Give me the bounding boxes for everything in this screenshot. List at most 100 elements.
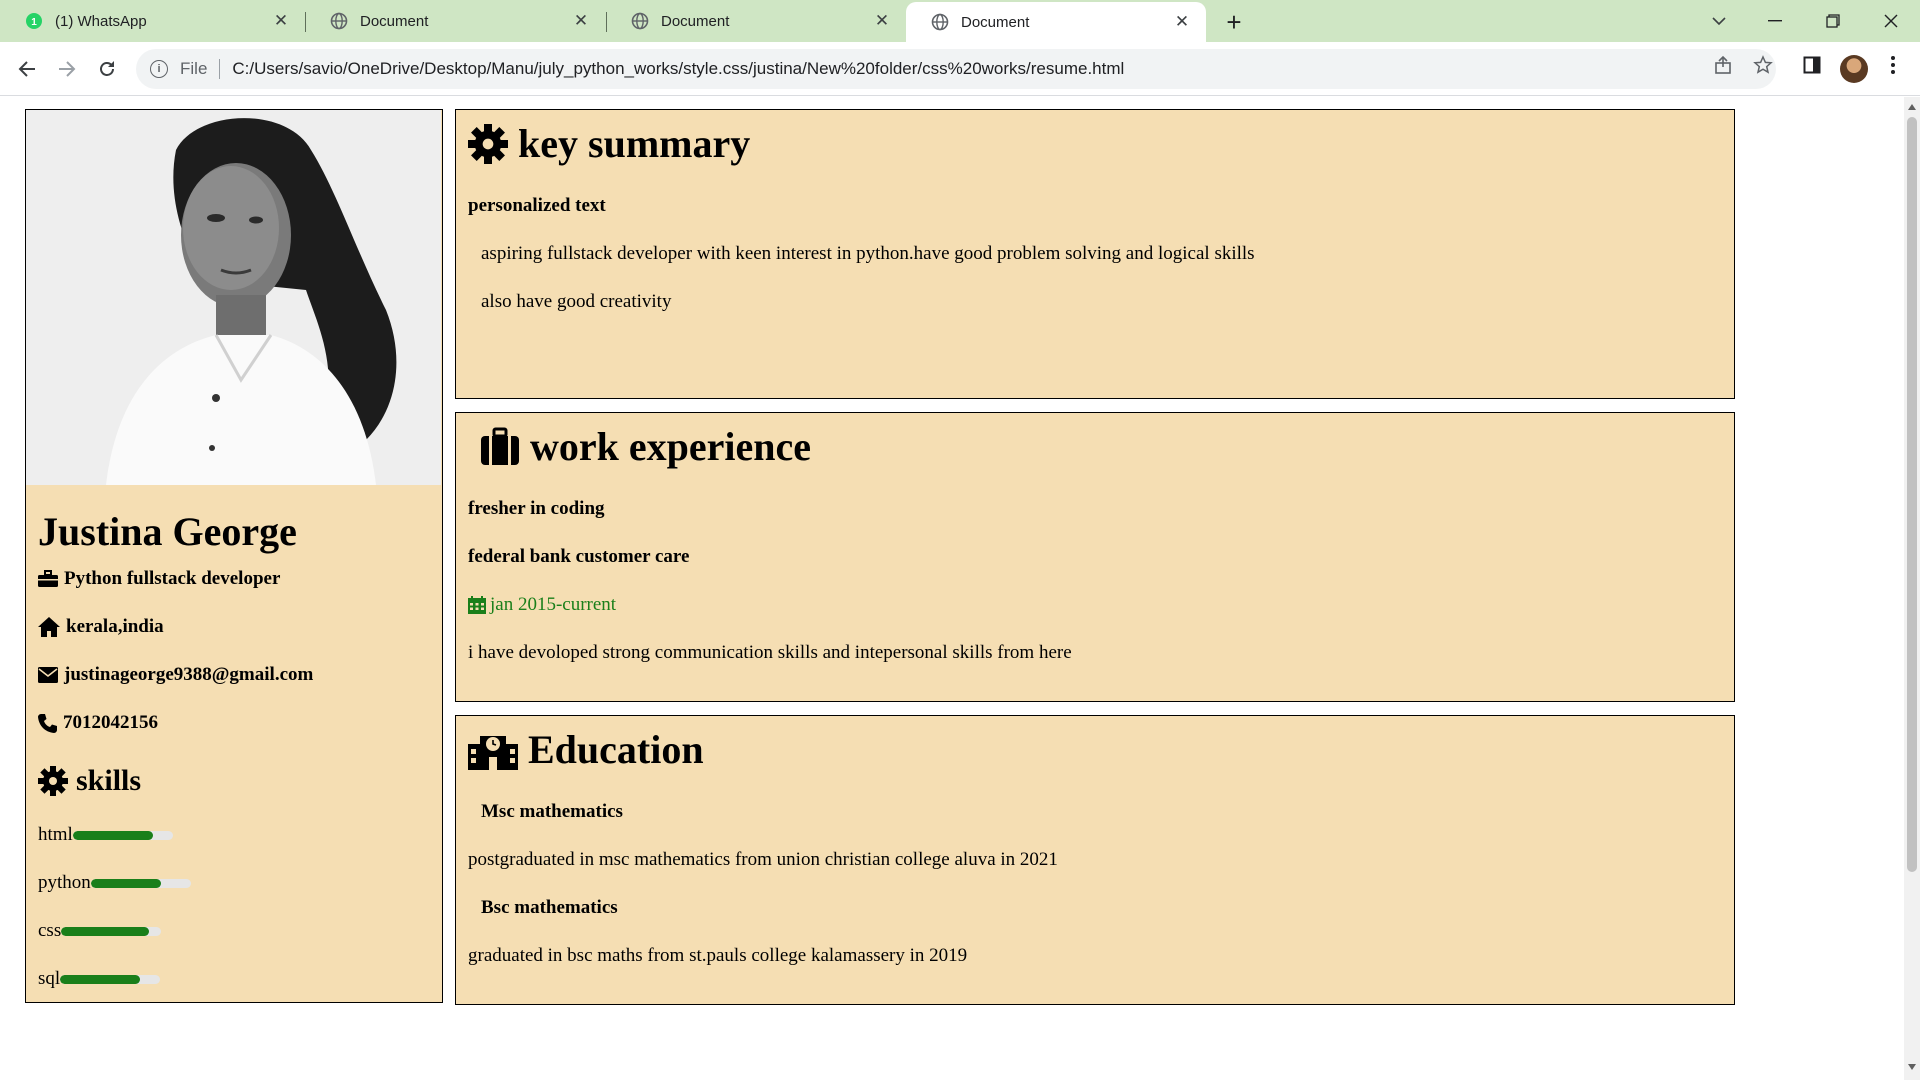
- experience-card: work experience fresher in coding federa…: [455, 412, 1735, 702]
- skill-bar: [60, 974, 161, 984]
- new-tab-button[interactable]: +: [1220, 7, 1248, 37]
- vertical-scrollbar[interactable]: [1904, 97, 1920, 1080]
- bookmark-star-icon[interactable]: [1748, 50, 1778, 80]
- summary-line: also have good creativity: [481, 291, 672, 312]
- summary-card: key summary personalized text aspiring f…: [455, 109, 1735, 399]
- phone-icon: [38, 713, 57, 733]
- tab-document-1[interactable]: Document ✕: [305, 0, 605, 42]
- school-icon: [468, 735, 518, 770]
- degree-title: Bsc mathematics: [481, 897, 618, 918]
- skill-bar: [72, 830, 173, 840]
- side-panel-icon[interactable]: [1797, 50, 1827, 80]
- skill-html: html: [38, 824, 173, 846]
- close-window-button[interactable]: [1868, 6, 1914, 36]
- education-title: Education: [528, 727, 704, 772]
- gear-icon: [468, 123, 508, 164]
- skill-bar: [61, 926, 162, 936]
- suitcase-icon: [481, 427, 519, 465]
- svg-text:1: 1: [31, 17, 37, 28]
- experience-heading: work experience: [480, 423, 811, 470]
- summary-line: aspiring fullstack developer with keen i…: [481, 243, 1255, 264]
- restore-button[interactable]: [1810, 6, 1856, 36]
- tab-document-active[interactable]: Document ✕: [906, 2, 1206, 42]
- education-card: Education Msc mathematics postgraduated …: [455, 715, 1735, 1005]
- tab-title: Document: [661, 12, 730, 30]
- share-icon[interactable]: [1708, 50, 1738, 80]
- skill-bar: [90, 878, 191, 888]
- globe-icon: [330, 12, 348, 30]
- menu-dots-icon[interactable]: [1878, 50, 1908, 80]
- job-description: i have devoloped strong communication sk…: [468, 642, 1072, 663]
- tab-title: (1) WhatsApp: [55, 12, 147, 30]
- globe-icon: [931, 13, 949, 31]
- browser-toolbar: i File C:/Users/savio/OneDrive/Desktop/M…: [0, 42, 1920, 96]
- back-arrow-icon[interactable]: [12, 54, 42, 84]
- close-icon[interactable]: ✕: [870, 9, 894, 33]
- profile-avatar[interactable]: [1840, 55, 1868, 83]
- tab-strip: 1 (1) WhatsApp ✕ Document ✕ Document ✕ D…: [0, 0, 1920, 42]
- info-icon[interactable]: i: [150, 60, 168, 78]
- experience-title: work experience: [530, 424, 812, 469]
- forward-arrow-icon[interactable]: [52, 54, 82, 84]
- tab-title: Document: [961, 13, 1030, 31]
- gear-icon: [38, 766, 68, 796]
- close-icon[interactable]: ✕: [1170, 10, 1194, 34]
- skill-label: sql: [38, 968, 61, 989]
- divider: [219, 59, 221, 79]
- close-icon[interactable]: ✕: [569, 9, 593, 33]
- tab-document-2[interactable]: Document ✕: [606, 0, 906, 42]
- degree-detail: graduated in bsc maths from st.pauls col…: [468, 945, 968, 966]
- profile-photo: [26, 110, 441, 485]
- whatsapp-icon: 1: [25, 12, 43, 30]
- skill-bar-fill: [90, 878, 161, 888]
- url-scheme: File: [180, 59, 208, 78]
- skill-python: python: [38, 872, 191, 894]
- envelope-icon: [38, 667, 58, 683]
- skill-bar-fill: [72, 830, 153, 840]
- role-text: Python fullstack developer: [64, 568, 281, 589]
- summary-subtitle: personalized text: [468, 195, 606, 216]
- globe-icon: [631, 12, 649, 30]
- email-line: justinageorge9388@gmail.com: [38, 664, 313, 686]
- skill-bar-fill: [61, 926, 150, 936]
- email-text[interactable]: justinageorge9388@gmail.com: [64, 664, 313, 686]
- tab-title: Document: [360, 12, 429, 30]
- minimize-button[interactable]: [1752, 6, 1798, 36]
- url-text[interactable]: C:/Users/savio/OneDrive/Desktop/Manu/jul…: [232, 59, 1124, 79]
- skill-label: python: [38, 872, 91, 893]
- scroll-up-arrow[interactable]: [1908, 104, 1916, 110]
- location-text: kerala,india: [66, 616, 164, 637]
- job-period-text: jan 2015-current: [490, 594, 617, 615]
- tab-search-icon[interactable]: [1696, 6, 1742, 36]
- scrollbar-thumb[interactable]: [1907, 117, 1917, 872]
- profile-sidebar: Justina George Python fullstack develope…: [25, 109, 443, 1003]
- calendar-icon: [468, 596, 486, 614]
- degree-detail: postgraduated in msc mathematics from un…: [468, 849, 1058, 870]
- reload-icon[interactable]: [92, 54, 122, 84]
- phone-text: 7012042156: [63, 712, 158, 733]
- job-title: federal bank customer care: [468, 546, 690, 567]
- address-bar[interactable]: i File C:/Users/savio/OneDrive/Desktop/M…: [136, 49, 1776, 89]
- skills-title: skills: [76, 764, 142, 797]
- page-viewport: Justina George Python fullstack develope…: [0, 97, 1904, 1080]
- tab-whatsapp[interactable]: 1 (1) WhatsApp ✕: [0, 0, 305, 42]
- skill-label: html: [38, 824, 73, 845]
- skill-sql: sql: [38, 968, 161, 990]
- home-icon: [38, 617, 60, 637]
- location-line: kerala,india: [38, 616, 164, 638]
- summary-title: key summary: [518, 121, 751, 166]
- summary-heading: key summary: [468, 120, 750, 167]
- degree-title: Msc mathematics: [481, 801, 623, 822]
- close-icon[interactable]: ✕: [269, 9, 293, 33]
- experience-headline: fresher in coding: [468, 498, 605, 519]
- skill-label: css: [38, 920, 62, 941]
- job-period: jan 2015-current: [468, 594, 616, 616]
- phone-line: 7012042156: [38, 712, 158, 734]
- education-heading: Education: [468, 726, 704, 773]
- skill-css: css: [38, 920, 162, 942]
- profile-name: Justina George: [38, 509, 297, 554]
- skills-heading: skills: [38, 764, 141, 798]
- scroll-down-arrow[interactable]: [1908, 1064, 1916, 1070]
- role-line: Python fullstack developer: [38, 568, 280, 590]
- briefcase-icon: [38, 570, 58, 587]
